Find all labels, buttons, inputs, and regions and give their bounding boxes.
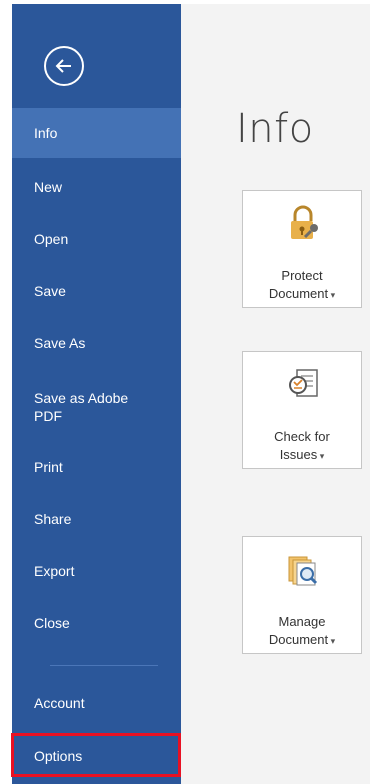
dropdown-arrow-icon: ▾ — [317, 451, 325, 461]
check-for-issues-button[interactable]: Check for Issues ▾ — [242, 351, 362, 469]
nav-item-label: Save As — [34, 335, 86, 351]
back-arrow-icon — [55, 59, 71, 73]
nav-item-info[interactable]: Info — [12, 108, 181, 158]
nav-item-print[interactable]: Print — [12, 442, 181, 492]
nav-divider — [50, 665, 158, 666]
nav-item-save-as[interactable]: Save As — [12, 318, 181, 368]
nav-item-account[interactable]: Account — [12, 678, 181, 728]
page-title: Info — [236, 106, 314, 152]
nav-item-label: Print — [34, 459, 63, 475]
nav-item-options[interactable]: Options — [12, 731, 181, 781]
check-for-issues-label: Check for Issues ▾ — [274, 429, 330, 462]
nav-item-label: Save as Adobe PDF — [34, 390, 129, 424]
nav-item-open[interactable]: Open — [12, 214, 181, 264]
nav-item-share[interactable]: Share — [12, 494, 181, 544]
nav-item-label: Share — [34, 511, 72, 527]
inspect-document-icon — [289, 369, 318, 397]
nav-item-label: Close — [34, 615, 70, 631]
nav-item-save-as-adobe-pdf[interactable]: Save as Adobe PDF — [12, 375, 181, 439]
manage-document-label: Manage Document ▾ — [268, 614, 336, 647]
protect-document-button[interactable]: Protect Document ▾ — [242, 190, 362, 308]
nav-item-save[interactable]: Save — [12, 266, 181, 316]
nav-item-new[interactable]: New — [12, 162, 181, 212]
dropdown-arrow-icon: ▾ — [328, 636, 336, 646]
manage-document-icon — [288, 556, 318, 586]
nav-item-label: Options — [34, 748, 83, 764]
protect-document-label: Protect Document ▾ — [268, 268, 336, 301]
nav-item-label: Export — [34, 563, 75, 579]
nav-item-label: Account — [34, 695, 85, 711]
nav-item-label: New — [34, 179, 63, 195]
lock-key-icon — [291, 205, 318, 239]
back-button[interactable] — [44, 46, 84, 86]
dropdown-arrow-icon: ▾ — [328, 290, 336, 300]
nav-item-close[interactable]: Close — [12, 598, 181, 648]
nav-item-export[interactable]: Export — [12, 546, 181, 596]
nav-item-label: Save — [34, 283, 66, 299]
nav-item-label: Open — [34, 231, 69, 247]
manage-document-button[interactable]: Manage Document ▾ — [242, 536, 362, 654]
backstage-sidebar: Info New Open Save Save As Save as Adobe… — [12, 4, 181, 784]
nav-item-label: Info — [34, 125, 58, 141]
